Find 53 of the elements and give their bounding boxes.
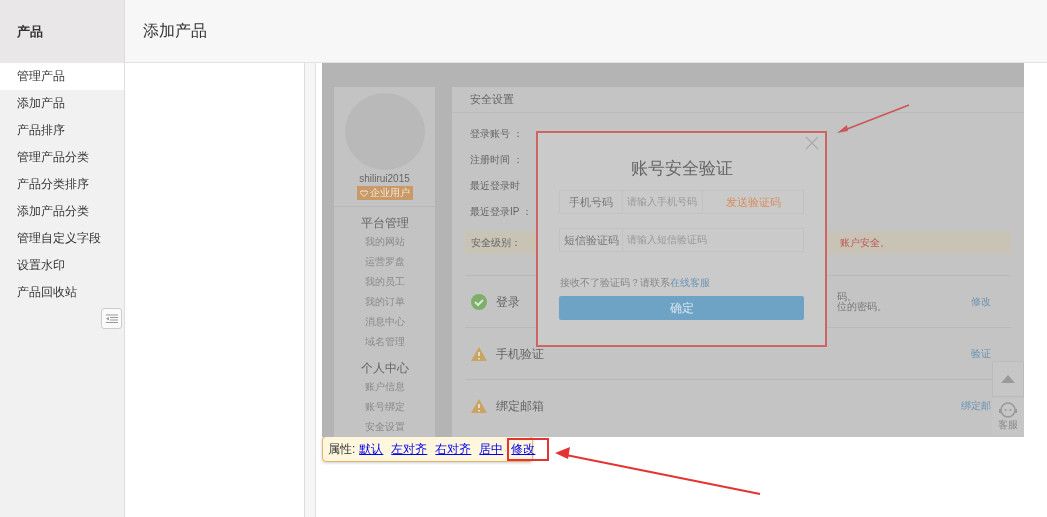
username: shilirui2015 bbox=[359, 173, 410, 184]
field-label: 最近登录时 bbox=[470, 179, 520, 193]
panel-title: 安全设置 bbox=[452, 87, 1024, 113]
badge-label: 企业用户 bbox=[369, 186, 410, 200]
item-description: 位的密码。 bbox=[837, 301, 887, 312]
close-icon[interactable] bbox=[805, 136, 819, 150]
sidebar-item[interactable]: 产品排序 bbox=[0, 117, 124, 144]
security-item-title: 绑定邮箱 bbox=[496, 397, 544, 414]
confirm-button[interactable]: 确定 bbox=[559, 296, 804, 320]
sidebar-item[interactable]: 设置水印 bbox=[0, 252, 124, 279]
sidebar-item[interactable]: 管理自定义字段 bbox=[0, 225, 124, 252]
security-item-title: 登录 bbox=[496, 293, 520, 310]
align-link[interactable]: 右对齐 bbox=[435, 440, 472, 458]
menu-section-title: 平台管理 bbox=[360, 215, 409, 232]
align-link[interactable]: 修改 bbox=[511, 441, 536, 456]
input-label: 短信验证码 bbox=[560, 229, 623, 251]
sidebar-item[interactable]: 添加产品分类 bbox=[0, 198, 124, 225]
security-item-title: 手机验证 bbox=[496, 345, 544, 362]
field-label: 登录账号 ： bbox=[470, 127, 523, 141]
item-description: 码。 bbox=[837, 291, 857, 302]
diamond-icon bbox=[359, 189, 368, 197]
align-link[interactable]: 居中 bbox=[479, 440, 504, 458]
list-indent-icon bbox=[105, 313, 118, 324]
action-link[interactable]: 绑定邮 bbox=[961, 398, 991, 413]
menu-section-title: 个人中心 bbox=[360, 360, 409, 377]
align-link[interactable]: 左对齐 bbox=[391, 440, 428, 458]
check-circle-icon bbox=[470, 292, 488, 311]
sidebar-item[interactable]: 添加产品 bbox=[0, 90, 124, 117]
send-code-button[interactable]: 发送验证码 bbox=[702, 191, 803, 213]
toolbar-label: 属性: bbox=[328, 440, 356, 458]
sidebar-item[interactable]: 管理产品 bbox=[0, 63, 124, 90]
dialog-title: 账号安全验证 bbox=[630, 158, 733, 180]
back-to-top-button[interactable] bbox=[992, 361, 1024, 397]
align-link[interactable]: 默认 bbox=[359, 440, 384, 458]
page-title: 添加产品 bbox=[125, 0, 1047, 63]
action-link[interactable]: 修改 bbox=[971, 294, 991, 309]
level-note: 账户安全。 bbox=[840, 235, 890, 250]
field-label: 注册时间 ： bbox=[470, 153, 523, 167]
headset-icon bbox=[998, 401, 1018, 419]
collapse-button[interactable] bbox=[101, 308, 122, 329]
up-triangle-icon bbox=[1001, 375, 1015, 383]
level-label: 安全级别： bbox=[471, 235, 521, 250]
help-text: 接收不了验证码？请联系在线客服 bbox=[560, 276, 710, 290]
sidebar-title: 产品 bbox=[0, 0, 125, 63]
warning-icon bbox=[470, 345, 488, 362]
input-label: 手机号码 bbox=[560, 191, 623, 213]
action-link[interactable]: 验证 bbox=[971, 346, 991, 361]
sidebar-item[interactable]: 产品分类排序 bbox=[0, 171, 124, 198]
sidebar-item[interactable]: 产品回收站 bbox=[0, 279, 124, 306]
field-label: 最近登录IP ： bbox=[470, 205, 533, 219]
warning-icon bbox=[470, 397, 488, 414]
online-service-link[interactable]: 在线客服 bbox=[670, 277, 710, 288]
sidebar-item[interactable]: 管理产品分类 bbox=[0, 144, 124, 171]
